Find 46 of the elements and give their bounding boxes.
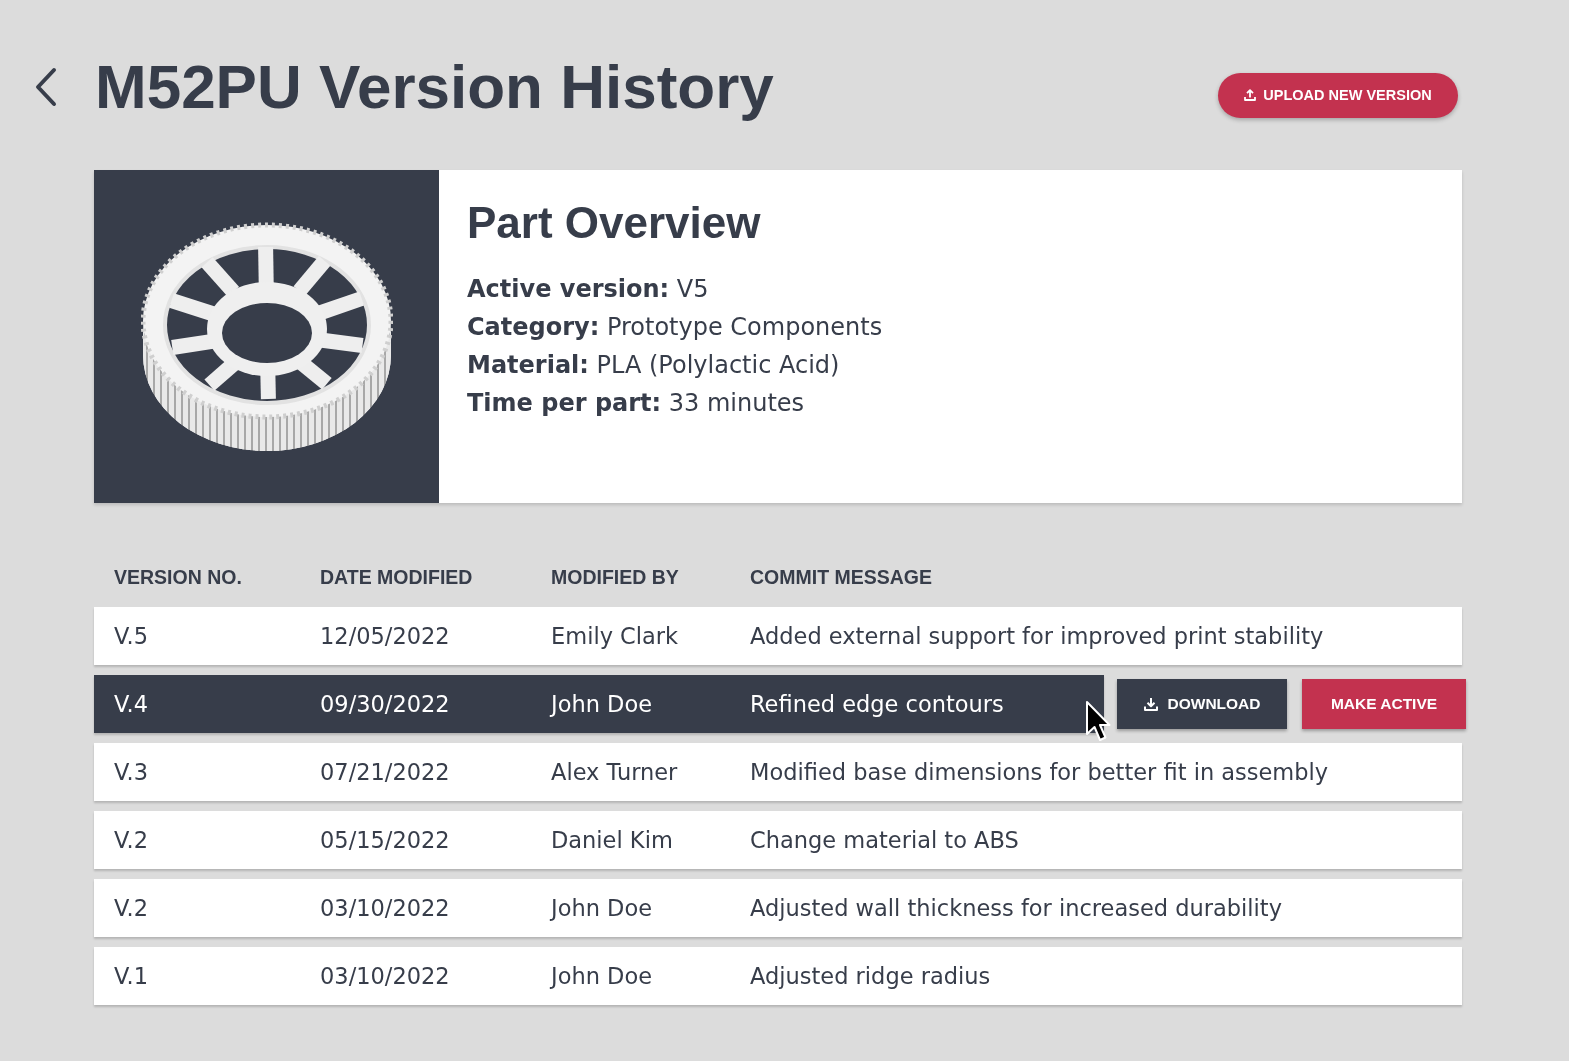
table-cell-text: John Doe — [551, 895, 653, 921]
table-row[interactable]: V.5 12/05/2022 Emily Clark Added external support for improved print stability — [94, 607, 1462, 665]
table-cell-text: 07/21/2022 — [320, 759, 451, 785]
table-cell-text: 09/30/2022 — [320, 691, 451, 717]
table-cell-text: Emily Clark — [551, 623, 680, 649]
upload-icon — [1244, 89, 1257, 101]
column-header: DATE MODIFIED — [320, 565, 474, 590]
table-cell-text: Alex Turner — [551, 759, 679, 785]
detail-line: Time per part: 33 minutes — [467, 388, 806, 419]
table-row[interactable]: V.3 07/21/2022 Alex Turner Modified base dimensions for better fit in assembly — [94, 743, 1462, 801]
mouse-pointer-icon — [1085, 700, 1111, 744]
table-cell-text: 03/10/2022 — [320, 895, 451, 921]
table-cell-text: V.2 — [114, 827, 149, 853]
download-button[interactable]: DOWNLOAD — [1117, 679, 1287, 729]
table-cell-text: V.4 — [114, 691, 149, 717]
table-cell-text: 03/10/2022 — [320, 963, 451, 989]
table-cell-text: 12/05/2022 — [320, 623, 451, 649]
upload-button[interactable]: UPLOAD NEW VERSION — [1218, 72, 1458, 118]
detail-line: Category: Prototype Components — [467, 312, 883, 343]
table-cell-text: Adjusted ridge radius — [750, 963, 992, 989]
table-row[interactable]: V.2 03/10/2022 John Doe Adjusted wall thickness for increased durability — [94, 879, 1462, 937]
section-title: Part Overview — [467, 198, 762, 248]
table-cell-text: V.3 — [114, 759, 149, 785]
chevron-left-icon — [34, 67, 58, 107]
detail-line: Active version: V5 — [467, 274, 710, 305]
table-cell-text: V.2 — [114, 895, 149, 921]
table-cell-text: John Doe — [551, 963, 653, 989]
download-icon — [1143, 697, 1158, 711]
table-cell-text: John Doe — [551, 691, 653, 717]
table-row[interactable]: V.1 03/10/2022 John Doe Adjusted ridge radius — [94, 947, 1462, 1005]
make-active-button[interactable]: MAKE ACTIVE — [1302, 679, 1466, 729]
table-cell-text: Modified base dimensions for better fit in assembly — [750, 759, 1330, 785]
table-cell-text: Refined edge contours — [750, 691, 1005, 717]
column-header: MODIFIED BY — [551, 565, 680, 590]
table-row[interactable]: V.4 09/30/2022 John Doe Refined edge contours — [94, 675, 1104, 733]
column-header: VERSION NO. — [114, 565, 243, 590]
table-cell-text: Daniel Kim — [551, 827, 674, 853]
table-cell-text: Adjusted wall thickness for increased durability — [750, 895, 1283, 921]
table-cell-text: V.5 — [114, 623, 149, 649]
table-cell-text: Change material to ABS — [750, 827, 1020, 853]
column-header: COMMIT MESSAGE — [750, 565, 933, 590]
table-row[interactable]: V.2 05/15/2022 Daniel Kim Change material to ABS — [94, 811, 1462, 869]
table-cell-text: Added external support for improved print stability — [750, 623, 1325, 649]
detail-line: Material: PLA (Polylactic Acid) — [467, 350, 841, 381]
table-cell-text: V.1 — [114, 963, 149, 989]
table-cell-text: 05/15/2022 — [320, 827, 451, 853]
